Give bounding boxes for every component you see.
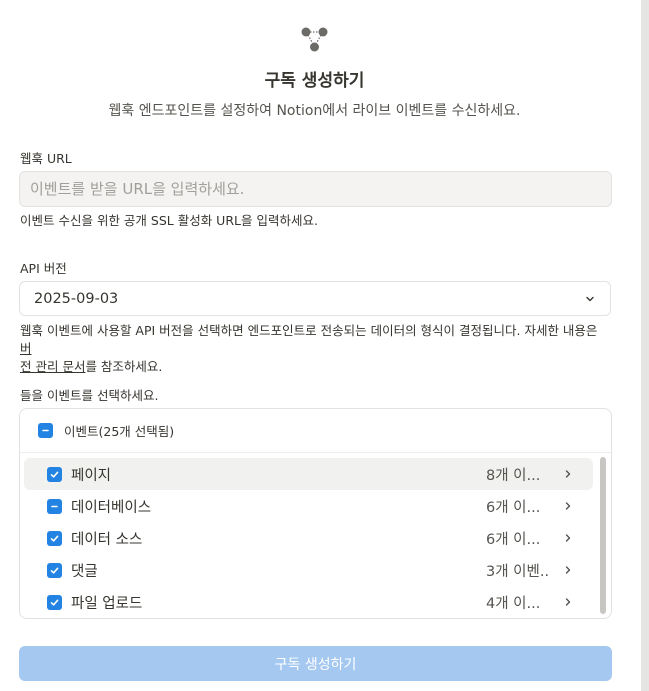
create-subscription-button[interactable]: 구독 생성하기: [19, 646, 612, 681]
api-version-help: 웹훅 이벤트에 사용할 API 버전을 선택하면 엔드포인트로 전송되는 데이터…: [20, 322, 612, 376]
event-checkbox[interactable]: [47, 562, 62, 578]
event-checkbox[interactable]: [47, 498, 62, 514]
webhook-icon: [301, 27, 328, 52]
events-label: 들을 이벤트를 선택하세요.: [20, 388, 159, 403]
api-version-help-text: 웹훅 이벤트에 사용할 API 버전을 선택하면 엔드포인트로 전송되는 데이터…: [20, 323, 598, 338]
event-count: 6개 이...: [486, 531, 541, 548]
event-row[interactable]: 댓글 3개 이벤...: [24, 554, 593, 586]
chevron-down-icon: [586, 296, 594, 301]
event-list: 페이지 8개 이... 데이터베이스 6개 이... 데이터 소스 6개 이... 댓글 3개…: [20, 458, 611, 618]
page-scrollbar[interactable]: [641, 0, 649, 691]
api-version-label: API 버전: [20, 261, 67, 276]
event-row[interactable]: 데이터 소스 6개 이...: [24, 522, 593, 554]
chevron-right-icon[interactable]: [562, 596, 574, 608]
event-count: 8개 이...: [486, 467, 541, 484]
events-header: 이벤트(25개 선택됨): [20, 409, 611, 453]
chevron-right-icon[interactable]: [562, 564, 574, 576]
api-version-select[interactable]: 2025-09-03: [19, 281, 611, 316]
webhook-url-help: 이벤트 수신을 위한 공개 SSL 활성화 URL을 입력하세요.: [20, 213, 318, 228]
event-row[interactable]: 파일 업로드 4개 이...: [24, 586, 593, 618]
page-title: 구독 생성하기: [264, 71, 365, 91]
event-row[interactable]: 페이지 8개 이...: [24, 458, 593, 490]
webhook-url-input[interactable]: [19, 171, 612, 207]
event-count: 6개 이...: [486, 499, 541, 516]
chevron-right-icon[interactable]: [562, 468, 574, 480]
chevron-right-icon[interactable]: [562, 500, 574, 512]
event-checkbox[interactable]: [47, 466, 62, 482]
version-docs-link-cont[interactable]: 전 관리 문서: [20, 359, 85, 374]
event-checkbox[interactable]: [47, 594, 62, 610]
page-subtitle: 웹훅 엔드포인트를 설정하여 Notion에서 라이브 이벤트를 수신하세요.: [108, 103, 521, 119]
api-version-value: 2025-09-03: [34, 290, 119, 307]
event-count: 3개 이벤...: [486, 563, 548, 580]
chevron-right-icon[interactable]: [562, 532, 574, 544]
event-checkbox[interactable]: [47, 530, 62, 546]
select-all-checkbox[interactable]: [38, 423, 53, 438]
webhook-url-label: 웹훅 URL: [20, 151, 72, 166]
event-row[interactable]: 데이터베이스 6개 이...: [24, 490, 593, 522]
version-docs-link[interactable]: 버: [20, 341, 32, 356]
events-list-box: 이벤트(25개 선택됨) 페이지 8개 이... 데이터베이스 6개 이... 데이터 …: [19, 408, 612, 619]
events-scrollbar[interactable]: [600, 457, 606, 614]
events-header-label: 이벤트(25개 선택됨): [64, 424, 175, 439]
event-count: 4개 이...: [486, 595, 541, 612]
api-version-help-suffix: 를 참조하세요.: [85, 359, 163, 374]
